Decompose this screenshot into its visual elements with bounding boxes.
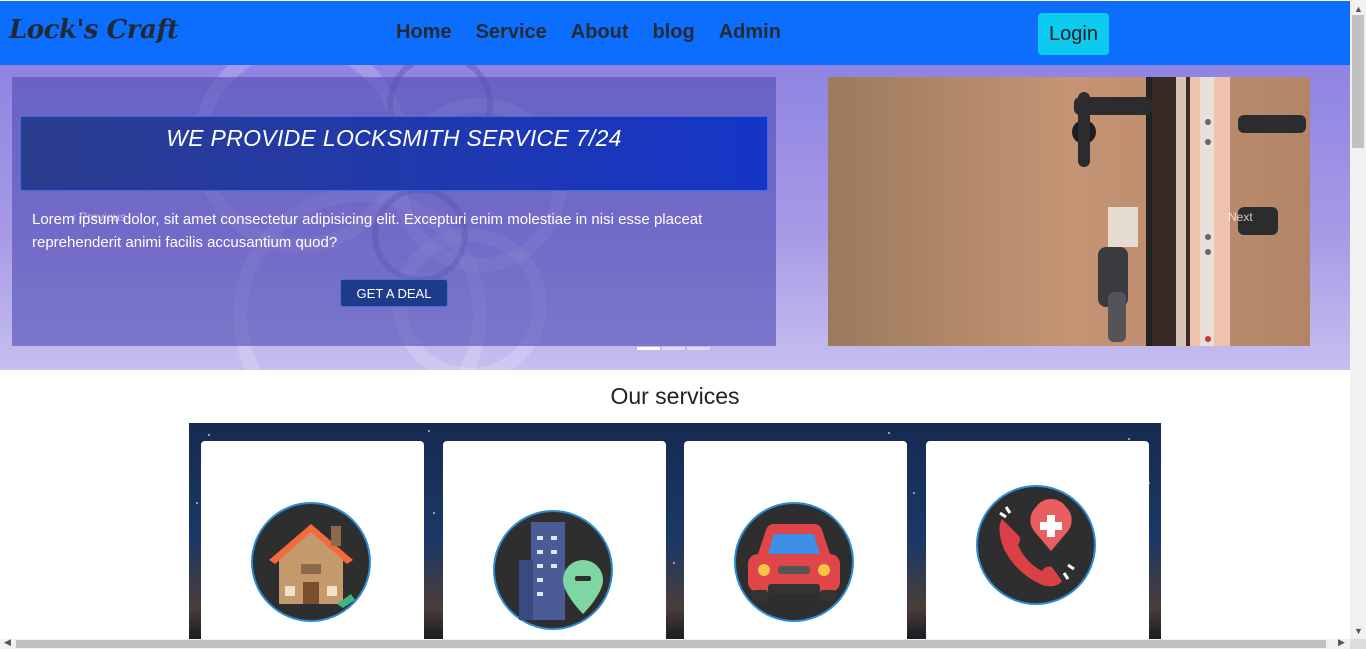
carousel-indicator-2[interactable] (662, 347, 685, 350)
scroll-down-arrow-icon[interactable]: ▼ (1354, 626, 1363, 636)
hero-title-box: WE PROVIDE LOCKSMITH SERVICE 7/24 (20, 116, 768, 191)
brand-logo[interactable]: Lock's Craft (9, 15, 179, 45)
scroll-up-arrow-icon[interactable]: ▲ (1354, 4, 1363, 14)
hero-description: Lorem ipsum dolor, sit amet consectetur … (32, 211, 703, 251)
service-card-home[interactable] (201, 441, 424, 640)
vertical-scrollbar[interactable]: ▲ ▼ (1350, 0, 1366, 639)
service-card-emergency[interactable] (926, 441, 1149, 640)
emergency-phone-icon (976, 485, 1096, 605)
hero-caption-panel: WE PROVIDE LOCKSMITH SERVICE 7/24 Lorem … (12, 77, 776, 346)
carousel-indicator-1[interactable] (637, 347, 660, 350)
service-card-automotive[interactable] (684, 441, 907, 640)
services-heading: Our services (610, 383, 740, 409)
carousel-prev-label: Previous (79, 210, 127, 224)
carousel-next-control[interactable]: Next (1228, 210, 1253, 224)
scrollbar-corner (1350, 639, 1366, 649)
nav-link-admin[interactable]: Admin (719, 21, 781, 44)
get-deal-button[interactable]: GET A DEAL (340, 279, 448, 307)
building-location-icon (493, 510, 613, 630)
navbar: Lock's Craft Home Service About blog Adm… (0, 1, 1350, 65)
car-icon (734, 502, 854, 622)
nav-links: Home Service About blog Admin (396, 21, 781, 44)
carousel-next-label: Next (1228, 210, 1253, 224)
carousel-indicators (637, 347, 710, 350)
vertical-scrollbar-thumb[interactable] (1352, 15, 1364, 148)
carousel-prev-control[interactable]: ‹ Previous (72, 210, 126, 224)
services-section (189, 423, 1161, 640)
login-button[interactable]: Login (1038, 13, 1109, 55)
horizontal-scrollbar[interactable]: ◀ ▶ (0, 637, 1350, 649)
horizontal-scrollbar-thumb[interactable] (16, 640, 1326, 648)
scroll-right-arrow-icon[interactable]: ▶ (1338, 637, 1345, 648)
carousel-indicator-3[interactable] (687, 347, 710, 350)
nav-link-about[interactable]: About (571, 21, 629, 44)
hero-carousel: WE PROVIDE LOCKSMITH SERVICE 7/24 Lorem … (0, 65, 1350, 370)
house-icon (251, 502, 371, 622)
chevron-left-icon: ‹ (72, 210, 76, 224)
nav-link-service[interactable]: Service (476, 21, 547, 44)
hero-title: WE PROVIDE LOCKSMITH SERVICE 7/24 (166, 125, 622, 151)
nav-link-home[interactable]: Home (396, 21, 452, 44)
scroll-left-arrow-icon[interactable]: ◀ (4, 637, 11, 648)
service-card-commercial[interactable] (443, 441, 666, 640)
nav-link-blog[interactable]: blog (653, 21, 695, 44)
